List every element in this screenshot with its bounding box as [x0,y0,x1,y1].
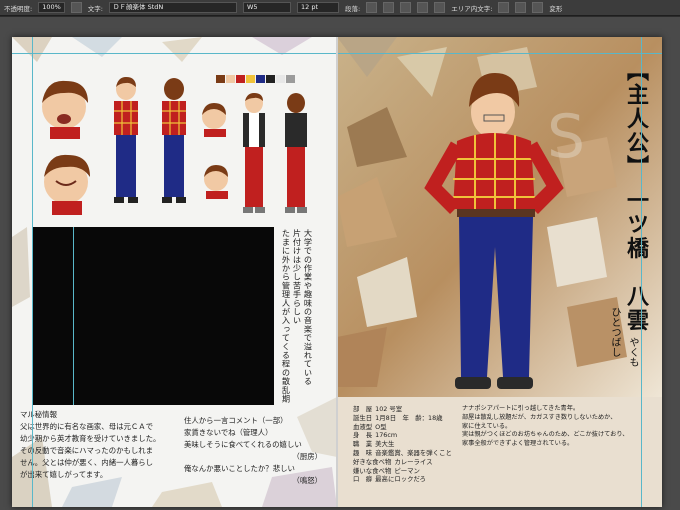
comment-author: （厨房） [292,452,322,461]
outfit-variation-sketches [202,93,307,213]
profile-row: 好きな食べ物 カレーライス [353,458,453,467]
opacity-field[interactable]: 100% [38,2,65,13]
area-middle-icon[interactable] [515,2,527,13]
column-guide [73,227,74,405]
expression-sketches [42,80,90,215]
color-swatches [216,75,295,83]
profile-textframe[interactable]: 部 屋 102 号室 誕生日 1月8日 年 齢：18歳 血液型 O型 身 長 176cm… [353,405,453,484]
room-text-line-1: 大学での作業や趣味の音楽で溢れている [303,229,313,386]
profile-value: カレーライス [394,457,433,466]
role-label: 【主人公】 [623,59,648,179]
comments-heading: 住人から一言コメント（一部） [184,416,288,425]
opacity-label: 不透明度: [4,4,33,13]
align-center-icon[interactable] [383,2,395,13]
justify-all-icon[interactable] [434,2,446,13]
comment-line: 家賃きないでね（管理人） [184,428,273,437]
room-image-placeholder[interactable] [32,227,274,405]
room-text-line-3: たまに外から管理人が入ってくる程の散乱期 [281,229,291,403]
page-spread: 大学での作業や趣味の音楽で溢れている 片付けは少し苦手らしい たまに外から管理人… [12,37,662,507]
profile-row: 身 長 176cm [353,431,453,440]
secret-info-line: 幼少期から英才教育を受けていきました。 [20,434,161,443]
svg-text:S: S [547,102,585,172]
description-line: 家事全般ができずよく管理されている。 [462,440,574,448]
profile-key: 趣 味 [353,448,373,457]
profile-key: 好きな食べ物 [353,457,392,466]
reading-given[interactable]: やくも [625,337,640,367]
justify-icon[interactable] [417,2,429,13]
profile-row: 口 癖最高にロックだろ [353,475,453,484]
room-description-vertical[interactable]: 大学での作業や趣味の音楽で溢れている 片付けは少し苦手らしい たまに外から管理人… [280,229,313,404]
profile-value: 音楽鑑賞、楽器を弾くこと [375,448,452,457]
profile-key: 身 長 [353,431,373,440]
secret-info-heading: マル秘情報 [20,410,57,419]
profile-value: 美大生 [375,440,395,449]
profile-row: 職 業美大生 [353,440,453,449]
area-bottom-icon[interactable] [532,2,544,13]
reading-family[interactable]: ひとつばし [607,307,622,357]
left-page: 大学での作業や趣味の音楽で溢れている 片付けは少し苦手らしい たまに外から管理人… [12,37,337,507]
room-text-line-2: 片付けは少し苦手らしい [292,229,302,325]
comment-line: 美味しそうに食べてくれるの嬉しい [184,440,302,449]
margin-guide-left [32,37,33,507]
description-line: ナナポシアパートに引っ越してきた青年。 [462,405,580,412]
char-label: 文字: [87,4,103,13]
profile-key: 口 癖 [353,475,373,484]
profile-row: 部 屋 102 号室 [353,405,453,414]
secret-info-line: その反動で音楽にハマったのかもしれま [20,446,154,455]
right-page: S S 【主人公】 一ツ橋 八雲 ひとつばし やくも 部 屋 102 号室 誕生… [337,37,662,507]
profile-key: 職 業 [353,440,373,449]
align-right-icon[interactable] [400,2,412,13]
description-line: 実は親がつくほどのお坊ちゃんのため、どこか抜けており、 [462,431,629,439]
character-name: 一ツ橋 八雲 [623,188,648,333]
margin-guide-right [641,37,642,507]
profile-value: O型 [375,422,387,431]
secret-info-line: が出来て嬉しがってます。 [20,470,108,479]
profile-row: 誕生日 1月8日 年 齢：18歳 [353,414,453,423]
transform-button[interactable]: 変形 [549,3,562,13]
character-title[interactable]: 【主人公】 一ツ橋 八雲 [622,59,648,333]
secret-info-line: 父は世界的に有名な画家、母は元ＣＡで [20,422,154,431]
description-line: 部屋は散乱し放題だが、カガスすき数りしないためか、 [462,413,617,421]
resident-comments-textframe[interactable]: 住人から一言コメント（一部） 家賃きないでね（管理人） 美味しそうに食べてくれる… [184,415,322,487]
description-textframe[interactable]: ナナポシアパートに引っ越してきた青年。 部屋は散乱し放題だが、カガスすき数りしな… [462,405,647,449]
options-toolbar: 不透明度: 100% 文字: ＤＦ顔楽体 StdN W5 12 pt 段落: エ… [0,0,680,16]
area-text-label: エリア内文字: [451,4,493,13]
turnaround-front-back [114,77,186,203]
profile-key: 部 屋 [353,405,373,413]
paragraph-label: 段落: [345,4,361,13]
profile-value: 102 号室 [375,405,403,413]
profile-value: 1月8日 年 齢：18歳 [375,413,443,422]
profile-value: 最高にロックだろ [375,475,426,484]
font-size-field[interactable]: 12 pt [297,2,339,13]
font-style-select[interactable]: W5 [243,2,291,13]
margin-guide-top [12,53,337,54]
spine-divider [336,37,338,507]
margin-guide-top-right [337,53,662,54]
area-top-icon[interactable] [498,2,510,13]
comment-author: （鳴怒） [292,476,322,485]
profile-key: 誕生日 [353,413,373,422]
font-family-select[interactable]: ＤＦ顔楽体 StdN [109,2,237,13]
secret-info-textframe[interactable]: マル秘情報 父は世界的に有名な画家、母は元ＣＡで 幼少期から英才教育を受けていき… [20,409,180,481]
align-left-icon[interactable] [366,2,378,13]
profile-value: 176cm [375,431,398,440]
text-tool-icon[interactable] [70,2,82,13]
profile-row: 趣 味音楽鑑賞、楽器を弾くこと [353,449,453,458]
secret-info-line: せん。父とは仲が悪く、内緒一人暮らし [20,458,154,467]
document-canvas: 大学での作業や趣味の音楽で溢れている 片付けは少し苦手らしい たまに外から管理人… [0,17,680,510]
comment-line: 俺なんか悪いことしたか？悲しい [184,464,295,473]
